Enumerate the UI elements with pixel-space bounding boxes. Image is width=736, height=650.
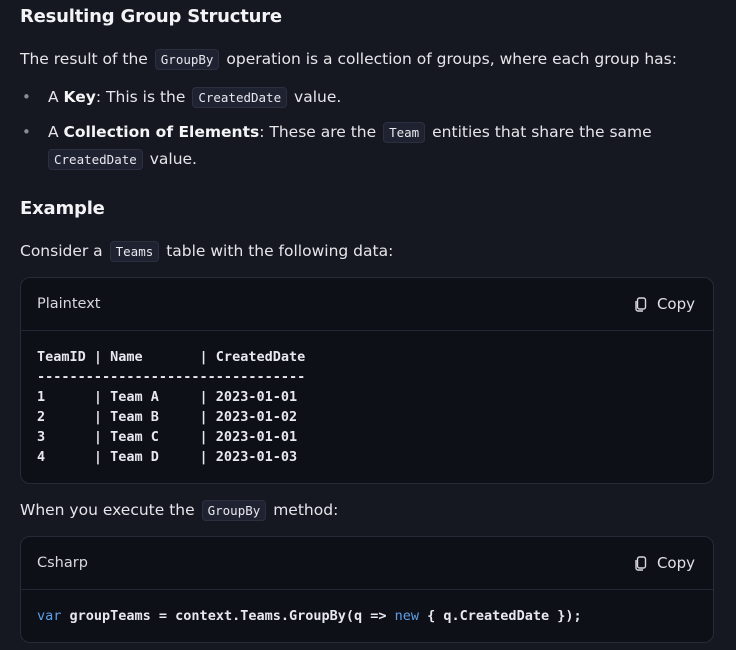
- inline-code-team: Team: [383, 122, 426, 143]
- code-block-csharp: Csharp Copy var groupTeams = context.Tea…: [20, 536, 714, 643]
- inline-code-teams: Teams: [109, 241, 160, 262]
- consider-text-before: Consider a: [20, 242, 108, 260]
- code-line: 4 | Team D | 2023-01-03: [37, 449, 298, 465]
- code-block-header: Csharp Copy: [21, 537, 713, 590]
- consider-text-after: table with the following data:: [161, 242, 394, 260]
- bullet-prefix: A: [48, 88, 64, 106]
- bullet-text: : This is the: [95, 88, 191, 106]
- list-item: • A Collection of Elements: These are th…: [20, 119, 700, 173]
- chat-response: Resulting Group Structure The result of …: [0, 0, 736, 650]
- copy-button[interactable]: Copy: [633, 554, 695, 572]
- code-line: ---------------------------------: [37, 369, 306, 385]
- code-content: TeamID | Name | CreatedDate -------------…: [21, 331, 713, 467]
- bullet-icon: •: [22, 88, 31, 106]
- bullet-icon: •: [22, 123, 31, 141]
- code-text: groupTeams = context.Teams.GroupBy(q =>: [61, 608, 395, 624]
- execute-paragraph: When you execute the GroupBy method:: [20, 497, 338, 524]
- inline-code-groupby: GroupBy: [154, 49, 220, 70]
- copy-icon: [635, 297, 647, 312]
- bullet-suffix: value.: [144, 150, 197, 168]
- structure-list: • A Key: This is the CreatedDate value. …: [20, 84, 700, 181]
- code-content: var groupTeams = context.Teams.GroupBy(q…: [21, 590, 713, 626]
- code-language-label: Csharp: [37, 555, 88, 571]
- code-block-header: Plaintext Copy: [21, 278, 713, 331]
- copy-label: Copy: [656, 295, 695, 313]
- section-heading-structure: Resulting Group Structure: [20, 6, 282, 27]
- bullet-suffix: value.: [289, 88, 342, 106]
- copy-button[interactable]: Copy: [633, 295, 695, 313]
- execute-text-before: When you execute the: [20, 501, 200, 519]
- keyword-new: new: [394, 608, 420, 624]
- code-block-plaintext: Plaintext Copy TeamID | Name | CreatedDa…: [20, 277, 714, 484]
- inline-code-createddate: CreatedDate: [48, 149, 143, 170]
- code-line: TeamID | Name | CreatedDate: [37, 349, 306, 365]
- code-line: 3 | Team C | 2023-01-01: [37, 429, 298, 445]
- code-line: 2 | Team B | 2023-01-02: [37, 409, 298, 425]
- code-text: { q.CreatedDate });: [419, 608, 582, 624]
- consider-paragraph: Consider a Teams table with the followin…: [20, 238, 393, 265]
- bullet-text: : These are the: [259, 123, 382, 141]
- intro-text-after: operation is a collection of groups, whe…: [221, 50, 677, 68]
- bullet-text-2: entities that share the same: [427, 123, 652, 141]
- intro-paragraph: The result of the GroupBy operation is a…: [20, 46, 677, 73]
- bullet-term-collection: Collection of Elements: [63, 123, 260, 141]
- bullet-term-key: Key: [63, 88, 96, 106]
- copy-label: Copy: [656, 554, 695, 572]
- copy-icon: [635, 556, 647, 571]
- list-item: • A Key: This is the CreatedDate value.: [20, 84, 700, 111]
- inline-code-createddate: CreatedDate: [192, 87, 288, 108]
- bullet-prefix: A: [48, 123, 64, 141]
- section-heading-example: Example: [20, 198, 105, 219]
- inline-code-groupby: GroupBy: [201, 500, 267, 521]
- intro-text-before: The result of the: [20, 50, 153, 68]
- code-language-label: Plaintext: [37, 296, 101, 312]
- code-line: 1 | Team A | 2023-01-01: [37, 389, 298, 405]
- execute-text-after: method:: [268, 501, 339, 519]
- keyword-var: var: [37, 608, 62, 624]
